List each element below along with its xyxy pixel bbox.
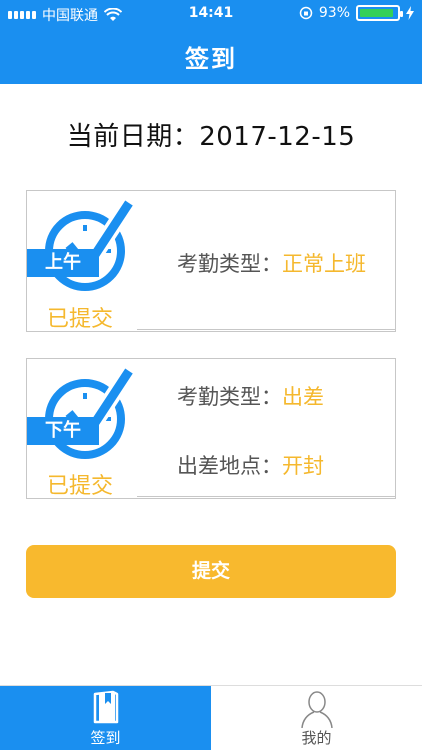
charging-icon (406, 6, 414, 20)
user-profile-icon (300, 691, 333, 728)
tab-mine[interactable]: 我的 (211, 686, 422, 750)
morning-row-type: 考勤类型： 正常上班 (177, 248, 366, 278)
afternoon-type-key: 考勤类型： (177, 385, 282, 409)
afternoon-badge: 下午 已提交 (27, 359, 137, 499)
afternoon-status: 已提交 (47, 474, 114, 499)
status-bar: 中国联通 14:41 93% (0, 0, 422, 28)
morning-divider (137, 329, 395, 330)
afternoon-location-value: 开封 (282, 454, 324, 478)
tab-mine-label: 我的 (301, 729, 332, 747)
afternoon-row-location: 出差地点： 开封 (177, 450, 324, 480)
checkin-book-icon (93, 690, 118, 724)
afternoon-divider (137, 496, 395, 497)
clock-check-icon (45, 195, 135, 291)
morning-badge: 上午 已提交 (27, 191, 137, 332)
status-right: 93% (299, 5, 414, 21)
tab-bar: 签到 我的 (0, 685, 422, 750)
morning-status: 已提交 (47, 307, 114, 332)
tab-checkin[interactable]: 签到 (0, 686, 211, 750)
afternoon-type-value: 出差 (282, 385, 324, 409)
morning-badge-label: 上午 (27, 249, 99, 277)
morning-attendance-card: 上午 已提交 考勤类型： 正常上班 (26, 190, 396, 332)
submit-button[interactable]: 提交 (26, 545, 396, 598)
header-bar: 中国联通 14:41 93% 签到 (0, 0, 422, 84)
battery-icon (356, 5, 403, 21)
page-title: 签到 (185, 45, 237, 73)
current-date: 当前日期：2017-12-15 (66, 122, 356, 152)
tab-checkin-label: 签到 (90, 729, 121, 747)
battery-fill (360, 9, 394, 17)
afternoon-badge-label: 下午 (27, 417, 99, 445)
afternoon-attendance-card: 下午 已提交 考勤类型： 出差 出差地点： 开封 (26, 358, 396, 499)
morning-type-key: 考勤类型： (177, 252, 282, 276)
clock-check-icon (45, 363, 135, 459)
morning-type-value: 正常上班 (282, 252, 366, 276)
afternoon-location-key: 出差地点： (177, 454, 282, 478)
battery-percent: 93% (318, 5, 350, 21)
afternoon-row-type: 考勤类型： 出差 (177, 381, 324, 411)
orientation-lock-icon (299, 6, 313, 20)
